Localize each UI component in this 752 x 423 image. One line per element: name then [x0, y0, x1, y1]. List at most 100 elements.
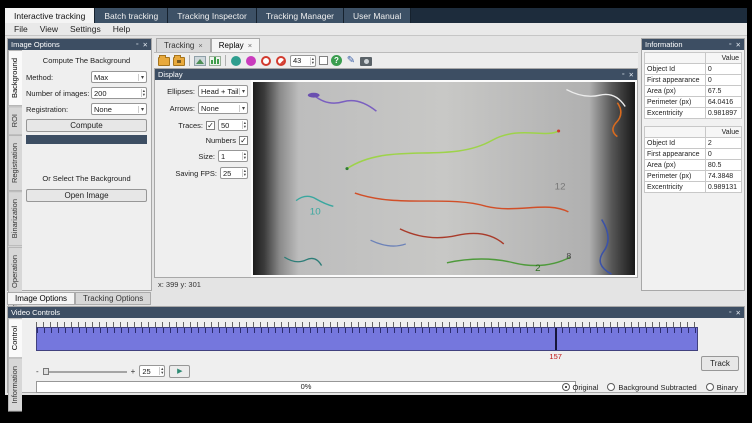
saving-fps-value: 25 [223, 169, 231, 178]
track-button[interactable]: Track [701, 356, 739, 371]
rate-minus[interactable]: - [36, 367, 39, 376]
dock-tab-image-options[interactable]: Image Options [7, 292, 75, 305]
traces-spinner[interactable]: 50 [218, 119, 248, 131]
arrows-dropdown[interactable]: None [198, 102, 248, 114]
saving-fps-spinner[interactable]: 25 [220, 167, 248, 179]
display-panel: Display ▫ ✕ Ellipses: Head + Tail Arrows… [154, 68, 638, 278]
menu-file[interactable]: File [8, 23, 34, 35]
swap-object-icon[interactable] [245, 55, 257, 67]
radio-background-subtracted-button[interactable] [607, 383, 615, 391]
side-tab-registration[interactable]: Registration [8, 135, 22, 191]
chart-icon[interactable] [209, 55, 221, 67]
radio-background-subtracted[interactable]: Background Subtracted [607, 383, 696, 392]
side-tab-background[interactable]: Background [8, 50, 22, 106]
traces-checkbox[interactable]: ✓ [206, 121, 215, 130]
tab-tracking-inspector[interactable]: Tracking Inspector [168, 8, 257, 23]
menu-view[interactable]: View [34, 23, 64, 35]
close-panel-icon[interactable]: ✕ [629, 71, 634, 79]
timeline-position-marker[interactable] [555, 328, 557, 350]
tab-replay-label: Replay [219, 41, 244, 50]
compute-progress-bar [26, 135, 147, 144]
tab-batch-tracking[interactable]: Batch tracking [95, 8, 168, 23]
fps-spinner[interactable]: 25 [139, 365, 165, 377]
float-panel-icon[interactable]: ▫ [729, 41, 731, 49]
timeline-slider[interactable] [36, 327, 698, 351]
object-id-spinner[interactable]: 43 [290, 55, 316, 67]
traces-value: 50 [221, 121, 229, 130]
registration-dropdown[interactable]: None [91, 103, 147, 115]
tab-tracking-manager[interactable]: Tracking Manager [257, 8, 344, 23]
rate-slider[interactable] [43, 367, 127, 376]
close-tab-icon[interactable]: × [248, 41, 252, 50]
select-object-icon[interactable] [260, 55, 272, 67]
compute-button[interactable]: Compute [26, 119, 147, 132]
float-panel-icon[interactable]: ▫ [729, 309, 731, 317]
open-image-button[interactable]: Open Image [26, 189, 147, 202]
video-controls-panel: Video Controls ▫ ✕ Control Information 1… [7, 306, 745, 393]
tab-replay-view[interactable]: Replay × [211, 38, 260, 52]
object-id-value: 43 [293, 56, 301, 65]
close-panel-icon[interactable]: ✕ [736, 309, 741, 317]
video-frame-area[interactable]: 10 12 2 8 [251, 80, 637, 277]
method-value: Max [94, 73, 108, 82]
size-spinner[interactable]: 1 [218, 150, 248, 162]
radio-binary-button[interactable] [706, 383, 714, 391]
side-tab-information[interactable]: Information [8, 358, 22, 412]
arrows-value: None [201, 104, 219, 113]
radio-original[interactable]: Original [562, 383, 599, 392]
menu-settings[interactable]: Settings [64, 23, 107, 35]
side-tab-control[interactable]: Control [8, 318, 22, 358]
toolbar-checkbox[interactable] [319, 56, 328, 65]
float-panel-icon[interactable]: ▫ [622, 71, 624, 79]
delete-object-icon[interactable] [275, 55, 287, 67]
image-icon[interactable] [194, 55, 206, 67]
prev-object-icon[interactable] [230, 55, 242, 67]
traces-label: Traces: [178, 121, 203, 130]
video-open-icon[interactable] [173, 55, 185, 67]
close-tab-icon[interactable]: × [198, 41, 202, 50]
table-row: Area (px)67.5 [645, 86, 742, 97]
table-row: Excentricity0.981897 [645, 108, 742, 119]
tab-user-manual[interactable]: User Manual [344, 8, 411, 23]
image-options-panel: Image Options ▫ ✕ Background ROI Registr… [7, 38, 152, 291]
dock-tab-tracking-options[interactable]: Tracking Options [75, 292, 151, 305]
ellipses-dropdown[interactable]: Head + Tail [198, 85, 248, 97]
table-row: Excentricity0.989131 [645, 182, 742, 193]
menu-help[interactable]: Help [107, 23, 136, 35]
registration-value: None [94, 105, 112, 114]
view-tab-bar: Tracking × Replay × [156, 38, 260, 52]
method-dropdown[interactable]: Max [91, 71, 147, 83]
tab-tracking-view[interactable]: Tracking × [156, 38, 211, 52]
side-tab-binarization[interactable]: Binarization [8, 191, 22, 246]
screenshot-camera-icon[interactable] [360, 55, 372, 67]
side-tab-operation[interactable]: Operation [8, 247, 22, 296]
center-area: Tracking × Replay × 43 ? ✎ [154, 38, 638, 291]
display-title: Display [158, 70, 183, 79]
number-of-images-spinner[interactable]: 200 [91, 87, 147, 99]
folder-open-icon[interactable] [158, 55, 170, 67]
rate-slider-handle[interactable] [43, 368, 49, 375]
saving-fps-label: Saving FPS: [175, 169, 217, 178]
table-row: Perimeter (px)74.3848 [645, 171, 742, 182]
rate-plus[interactable]: + [131, 367, 136, 376]
video-controls-title: Video Controls [11, 308, 60, 317]
tab-interactive-tracking[interactable]: Interactive tracking [5, 8, 95, 23]
video-controls-titlebar: Video Controls ▫ ✕ [8, 307, 744, 318]
annotate-pencil-icon[interactable]: ✎ [345, 55, 357, 67]
table-row: First appearance0 [645, 75, 742, 86]
timeline-ticks [37, 328, 697, 333]
side-tab-roi[interactable]: ROI [8, 106, 22, 135]
close-panel-icon[interactable]: ✕ [736, 41, 741, 49]
numbers-checkbox[interactable]: ✓ [239, 136, 248, 145]
replay-toolbar: 43 ? ✎ [154, 52, 638, 68]
close-panel-icon[interactable]: ✕ [143, 41, 148, 49]
menu-bar: File View Settings Help [5, 23, 747, 36]
radio-original-button[interactable] [562, 383, 570, 391]
play-button[interactable]: ▶ [169, 365, 190, 378]
float-panel-icon[interactable]: ▫ [136, 41, 138, 49]
number-of-images-value: 200 [94, 89, 107, 98]
radio-original-label: Original [573, 383, 599, 392]
radio-binary[interactable]: Binary [706, 383, 738, 392]
help-icon[interactable]: ? [331, 55, 342, 66]
information-body: Value Object Id0 First appearance0 Area … [642, 50, 744, 290]
